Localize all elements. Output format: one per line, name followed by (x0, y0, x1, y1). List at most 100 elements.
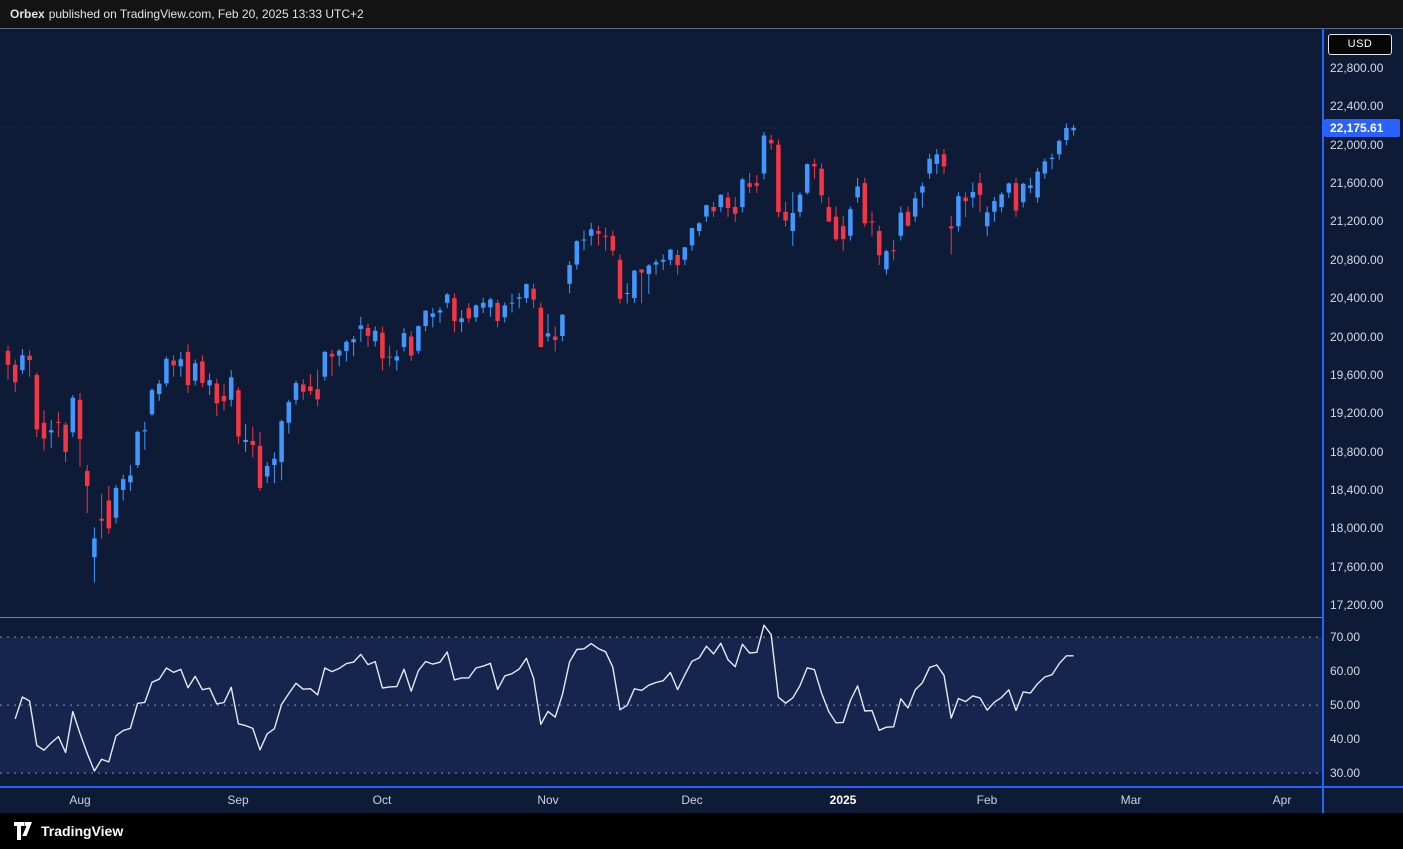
candle (747, 173, 752, 193)
candle (740, 178, 745, 213)
candle (827, 197, 832, 222)
candle (819, 163, 824, 202)
candle (1071, 125, 1076, 136)
price-axis[interactable]: USD 22,175.61 22,800.0022,400.0022,000.0… (1324, 28, 1403, 786)
rsi-axis-label: 60.00 (1330, 664, 1360, 678)
price-axis-label: 18,400.00 (1330, 483, 1383, 497)
candle (330, 350, 335, 376)
time-axis-label-sep: Sep (227, 788, 248, 813)
time-axis-label-feb: Feb (977, 788, 998, 813)
price-axis-label: 20,000.00 (1330, 330, 1383, 344)
tradingview-brand-text[interactable]: TradingView (41, 823, 123, 839)
candle (467, 303, 472, 323)
candle (438, 307, 443, 322)
candle (1035, 168, 1040, 203)
candle (517, 293, 522, 308)
candle (632, 270, 637, 303)
candle (99, 494, 104, 539)
candle (834, 207, 839, 242)
candle (423, 310, 428, 331)
rsi-axis-label: 50.00 (1330, 698, 1360, 712)
price-axis-label: 19,600.00 (1330, 368, 1383, 382)
candle (49, 420, 54, 448)
rsi-axis-label: 30.00 (1330, 766, 1360, 780)
candle (6, 346, 11, 380)
candle (143, 422, 148, 450)
candle (927, 154, 932, 179)
candle (690, 228, 695, 251)
time-axis-label-apr: Apr (1273, 788, 1292, 813)
candle (107, 486, 112, 534)
candle (697, 222, 702, 236)
time-axis-label-dec: Dec (681, 788, 702, 813)
candle (711, 202, 716, 217)
candle (179, 352, 184, 377)
candle (603, 228, 608, 251)
rsi-axis-label: 40.00 (1330, 732, 1360, 746)
candle (661, 255, 666, 270)
candle (416, 326, 421, 354)
price-axis-label: 18,000.00 (1330, 521, 1383, 535)
candle (668, 249, 673, 265)
time-axis-label-2025: 2025 (830, 788, 857, 813)
candle (171, 355, 176, 377)
candle (402, 328, 407, 351)
candle (1014, 178, 1019, 217)
candle (258, 432, 263, 491)
tradingview-logo[interactable] (12, 820, 34, 842)
candle (812, 159, 817, 179)
candle (798, 192, 803, 217)
candle (560, 314, 565, 341)
candle (294, 381, 299, 405)
candle (884, 250, 889, 275)
price-pane-candlestick-chart[interactable] (0, 28, 1322, 617)
candle (373, 326, 378, 346)
candle (114, 485, 119, 523)
time-axis[interactable]: AugSepOctNovDec2025FebMarApr (0, 788, 1322, 813)
candle (776, 139, 781, 217)
candle (128, 465, 133, 491)
candle (920, 183, 925, 208)
candle (35, 373, 40, 438)
candle (366, 324, 371, 347)
candle (999, 192, 1004, 212)
candle (380, 326, 385, 370)
time-axis-label-oct: Oct (373, 788, 392, 813)
candle (510, 294, 515, 313)
candle (647, 264, 652, 294)
candle (1007, 183, 1012, 198)
candle (474, 304, 479, 322)
candle (344, 340, 349, 361)
candle (855, 178, 860, 203)
rsi-indicator-pane[interactable] (0, 618, 1322, 787)
candle (877, 226, 882, 265)
candle (387, 346, 392, 367)
candle (949, 216, 954, 254)
candle (625, 283, 630, 303)
candle (683, 247, 688, 265)
candle (243, 424, 248, 451)
candle (654, 259, 659, 274)
candle (13, 360, 18, 393)
candle (1043, 159, 1048, 179)
candle (675, 250, 680, 275)
candle (495, 300, 500, 328)
candle (618, 255, 623, 304)
candle (992, 197, 997, 222)
candle (27, 350, 32, 376)
candle (1057, 139, 1062, 159)
candle (531, 283, 536, 308)
candle (85, 465, 90, 513)
candle (488, 298, 493, 317)
price-axis-label: 22,400.00 (1330, 99, 1383, 113)
candle (481, 298, 486, 313)
candle (452, 293, 457, 332)
footer-bar: TradingView (0, 813, 1403, 849)
candle (863, 178, 868, 227)
candle (359, 317, 364, 342)
currency-button[interactable]: USD (1328, 34, 1392, 55)
candle (942, 149, 947, 174)
candle (553, 326, 558, 351)
candle (431, 308, 436, 327)
rsi-axis-label: 70.00 (1330, 630, 1360, 644)
